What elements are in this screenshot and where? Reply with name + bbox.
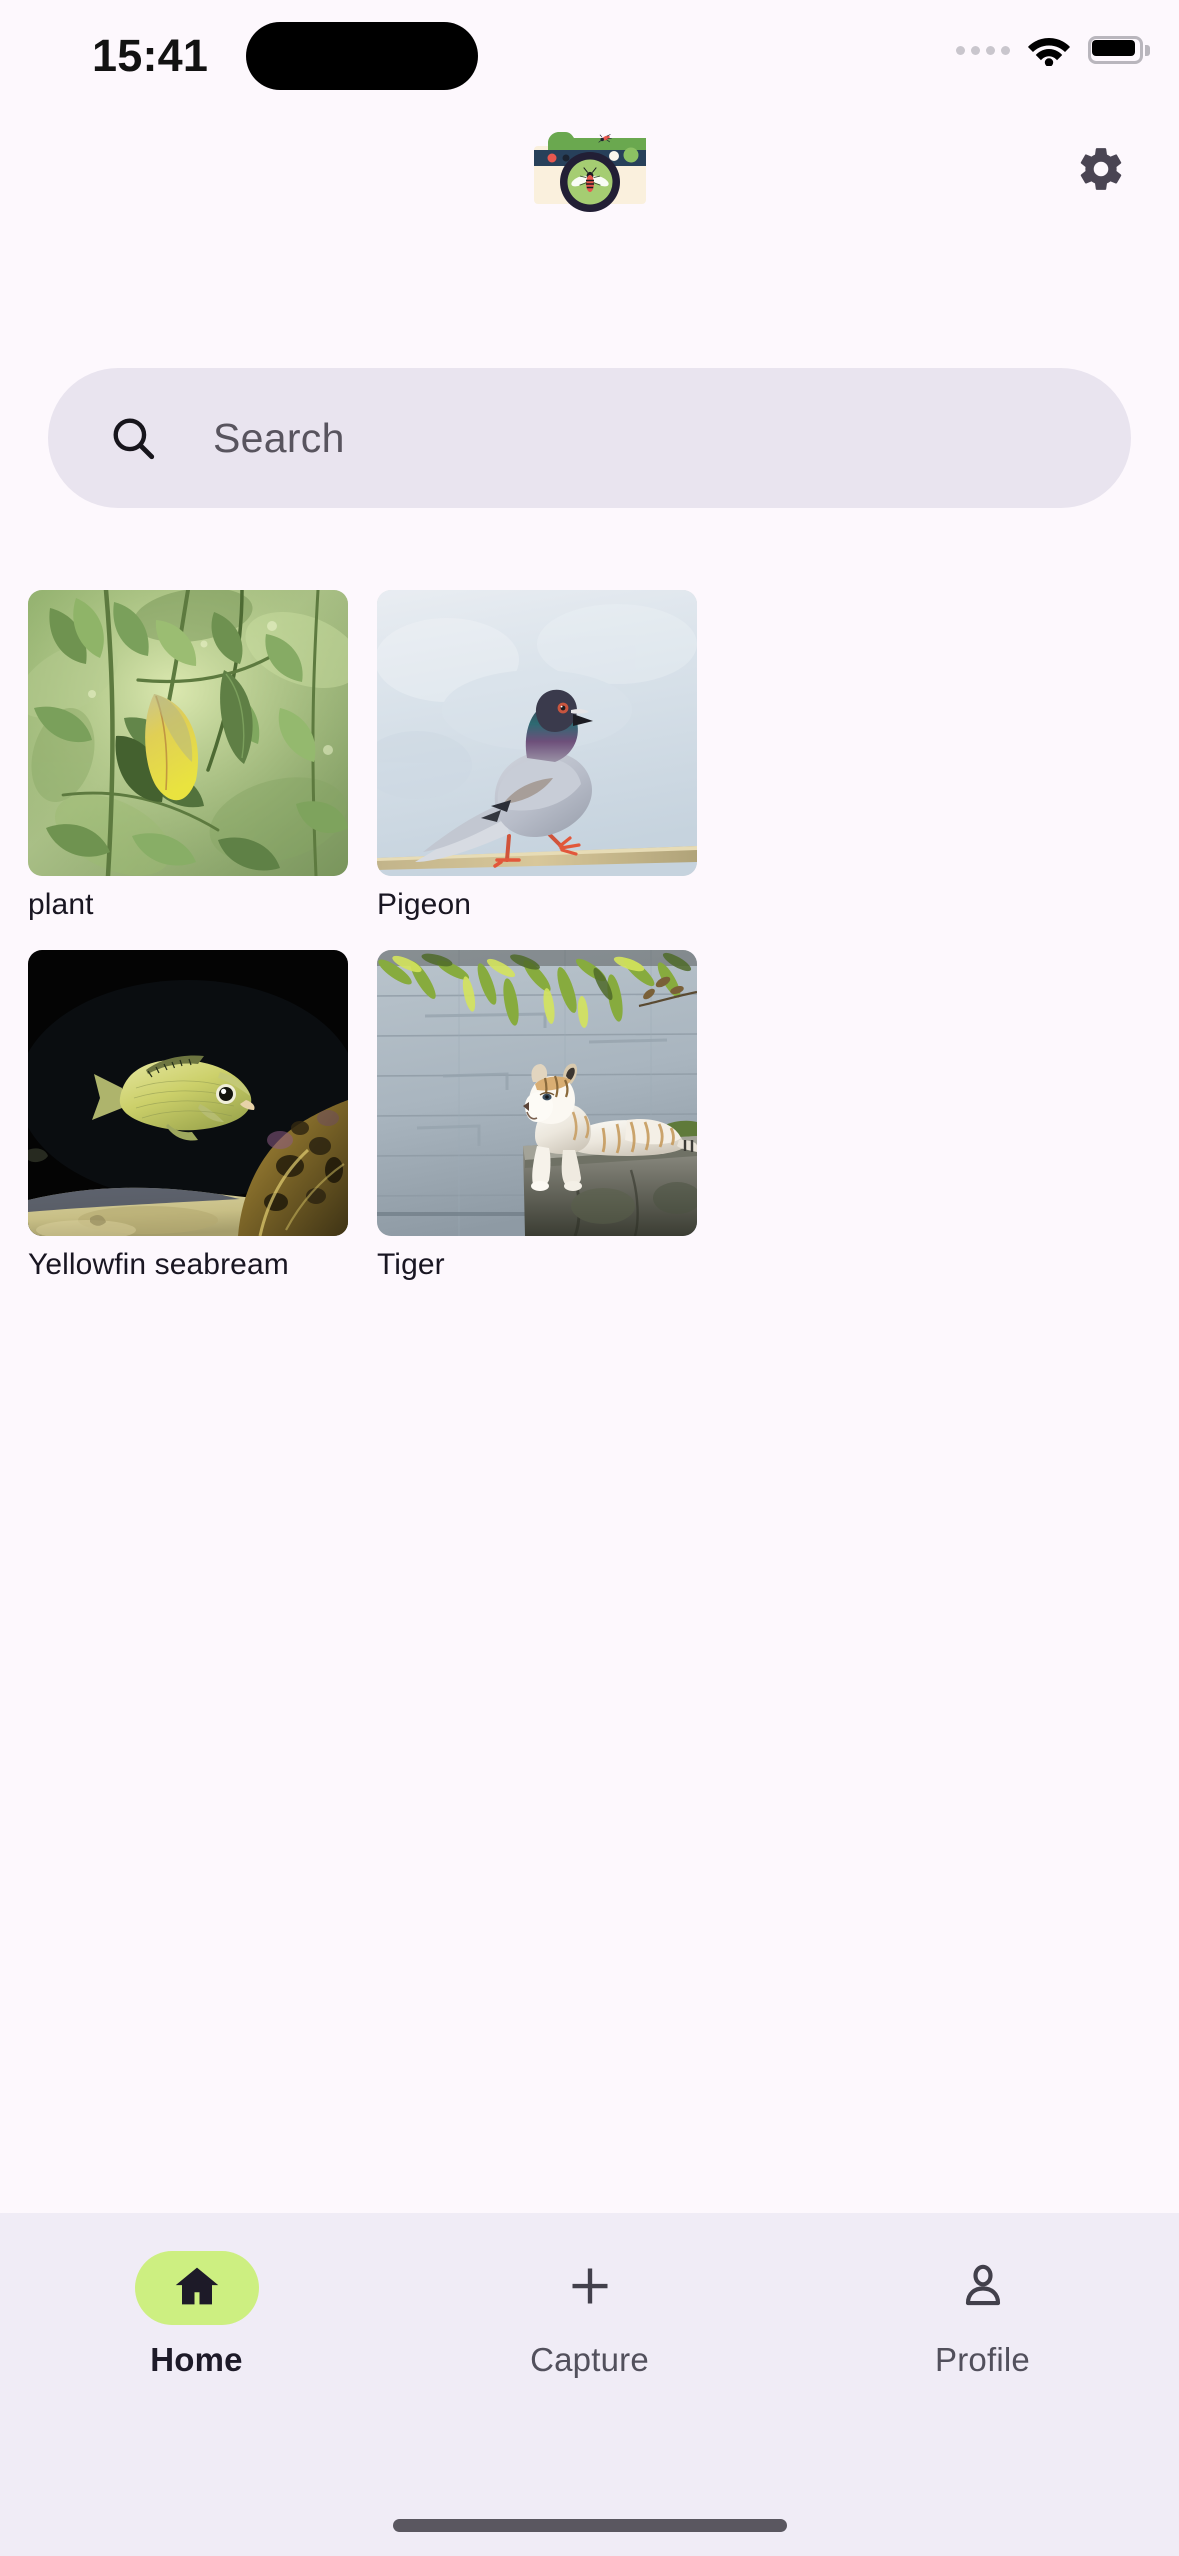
battery-full-icon [1088, 36, 1150, 64]
plant-leaves-photo[interactable] [28, 590, 348, 876]
pigeon-photo[interactable] [377, 590, 697, 876]
gallery-grid: plant Pigeon Yellowfin seabream Tiger [28, 590, 1151, 1282]
person-icon [958, 2261, 1008, 2316]
gallery-card[interactable]: plant [28, 590, 348, 922]
app-screen: 15:41 Search plant Pigeon Yellowfin seab… [0, 0, 1179, 2556]
person-icon-wrap[interactable] [921, 2251, 1045, 2325]
dynamic-island [246, 22, 478, 90]
status-bar: 15:41 [0, 0, 1179, 116]
search-bar[interactable]: Search [48, 368, 1131, 508]
status-bar-time: 15:41 [92, 30, 209, 81]
search-input[interactable]: Search [213, 415, 345, 462]
tab-home[interactable]: Home [0, 2251, 393, 2379]
search-icon [108, 413, 158, 463]
gallery-card-label: Tiger [377, 1248, 445, 1281]
tiger-photo[interactable] [377, 950, 697, 1236]
status-bar-indicators [956, 34, 1150, 66]
gallery-card-label: plant [28, 888, 94, 921]
cellular-dots-icon [956, 45, 1010, 55]
gallery-card-label: Pigeon [377, 888, 472, 921]
tab-capture[interactable]: Capture [393, 2251, 786, 2379]
yellowfin-seabream-photo[interactable] [28, 950, 348, 1236]
wifi-icon [1027, 34, 1071, 66]
tab-profile-label: Profile [935, 2341, 1030, 2378]
bottom-tab-bar: Home Capture Profile [0, 2213, 1179, 2556]
gear-icon [1076, 144, 1126, 199]
plus-icon [565, 2261, 615, 2316]
home-icon-pill[interactable] [134, 2251, 259, 2325]
gallery-card[interactable]: Pigeon [377, 590, 697, 922]
settings-button[interactable] [1070, 140, 1132, 202]
tab-home-label: Home [150, 2341, 243, 2378]
gallery-card-label: Yellowfin seabream [28, 1248, 289, 1281]
tab-capture-label: Capture [530, 2341, 649, 2378]
camera-bee-logo [530, 116, 650, 216]
tab-profile[interactable]: Profile [786, 2251, 1179, 2379]
home-indicator[interactable] [392, 2519, 787, 2532]
home-icon [172, 2261, 222, 2316]
gallery-card[interactable]: Tiger [377, 950, 697, 1282]
plus-icon-wrap[interactable] [528, 2251, 652, 2325]
gallery-card[interactable]: Yellowfin seabream [28, 950, 348, 1282]
app-header [0, 116, 1179, 236]
